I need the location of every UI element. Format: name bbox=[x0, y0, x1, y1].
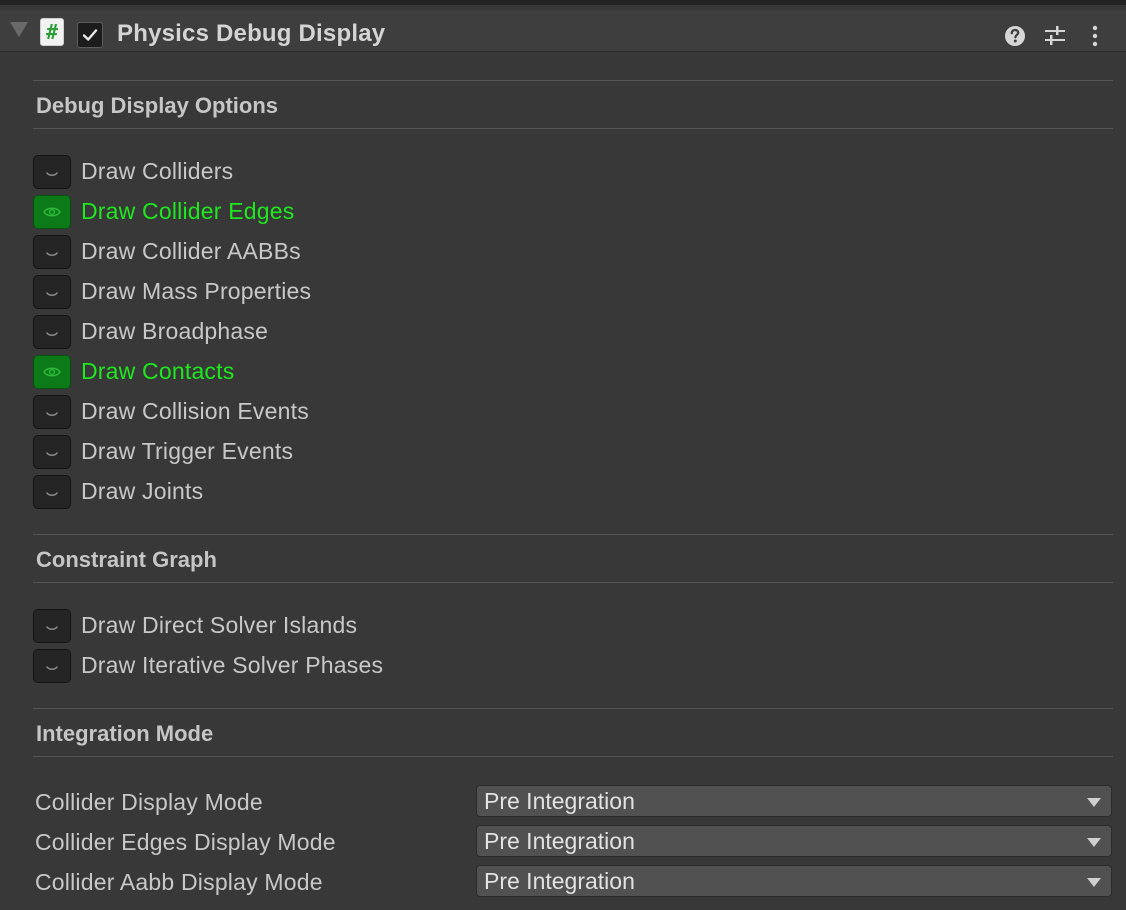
toggle-label: Draw Collider AABBs bbox=[81, 238, 301, 264]
visibility-toggle-button[interactable] bbox=[33, 475, 71, 509]
toggle-label: Draw Joints bbox=[81, 478, 204, 504]
display-mode-dropdown[interactable]: Pre Integration bbox=[476, 825, 1112, 857]
script-icon: # bbox=[40, 18, 64, 46]
dropdown-value: Pre Integration bbox=[484, 868, 635, 894]
visibility-toggle-button[interactable] bbox=[33, 195, 71, 229]
eye-closed-icon bbox=[46, 492, 58, 496]
component-enabled-checkbox[interactable] bbox=[77, 22, 103, 48]
dropdown-value: Pre Integration bbox=[484, 828, 635, 854]
section-divider bbox=[33, 708, 1113, 709]
section-title-constraint-graph: Constraint Graph bbox=[36, 547, 217, 572]
toggle-label: Draw Mass Properties bbox=[81, 278, 312, 304]
eye-open-icon bbox=[43, 207, 61, 217]
toggle-label: Draw Colliders bbox=[81, 158, 234, 184]
section-divider bbox=[33, 80, 1113, 81]
dropdown-value: Pre Integration bbox=[484, 788, 635, 814]
toggle-label: Draw Collider Edges bbox=[81, 198, 295, 224]
eye-closed-icon bbox=[46, 332, 58, 336]
eye-closed-icon bbox=[46, 292, 58, 296]
component-title: Physics Debug Display bbox=[117, 20, 386, 47]
chevron-down-icon bbox=[1087, 878, 1101, 887]
visibility-toggle-button[interactable] bbox=[33, 435, 71, 469]
eye-open-icon bbox=[43, 367, 61, 377]
display-mode-dropdown[interactable]: Pre Integration bbox=[476, 785, 1112, 817]
visibility-toggle-button[interactable] bbox=[33, 395, 71, 429]
visibility-toggle-button[interactable] bbox=[33, 649, 71, 683]
help-icon[interactable] bbox=[1002, 23, 1028, 49]
component-header[interactable]: # Physics Debug Display bbox=[0, 10, 1126, 52]
field-label: Collider Edges Display Mode bbox=[35, 829, 336, 855]
more-options-icon[interactable] bbox=[1082, 23, 1108, 49]
toggle-label: Draw Iterative Solver Phases bbox=[81, 652, 384, 678]
checkmark-icon bbox=[82, 29, 98, 41]
eye-closed-icon bbox=[46, 172, 58, 176]
eye-closed-icon bbox=[46, 452, 58, 456]
section-divider bbox=[33, 534, 1113, 535]
chevron-down-icon bbox=[1087, 798, 1101, 807]
display-mode-dropdown[interactable]: Pre Integration bbox=[476, 865, 1112, 897]
visibility-toggle-button[interactable] bbox=[33, 235, 71, 269]
eye-closed-icon bbox=[46, 626, 58, 630]
section-divider bbox=[33, 756, 1113, 757]
visibility-toggle-button[interactable] bbox=[33, 315, 71, 349]
section-divider bbox=[33, 128, 1113, 129]
eye-closed-icon bbox=[46, 412, 58, 416]
section-title-debug-display: Debug Display Options bbox=[36, 93, 279, 118]
field-row-collider-edges-display-mode: Collider Edges Display Mode Pre Integrati… bbox=[35, 825, 1115, 859]
visibility-toggle-button[interactable] bbox=[33, 275, 71, 309]
toggle-label: Draw Direct Solver Islands bbox=[81, 612, 358, 638]
field-label: Collider Aabb Display Mode bbox=[35, 869, 323, 895]
toggle-label: Draw Collision Events bbox=[81, 398, 309, 424]
section-divider bbox=[33, 582, 1113, 583]
foldout-triangle-icon[interactable] bbox=[10, 22, 28, 37]
toggle-label: Draw Broadphase bbox=[81, 318, 269, 344]
visibility-toggle-button[interactable] bbox=[33, 155, 71, 189]
toggle-label: Draw Trigger Events bbox=[81, 438, 294, 464]
visibility-toggle-button[interactable] bbox=[33, 609, 71, 643]
eye-closed-icon bbox=[46, 666, 58, 670]
eye-closed-icon bbox=[46, 252, 58, 256]
visibility-toggle-button[interactable] bbox=[33, 355, 71, 389]
inspector-panel: # Physics Debug Display Debug Display Op… bbox=[0, 0, 1126, 910]
field-label: Collider Display Mode bbox=[35, 789, 263, 815]
field-row-collider-aabb-display-mode: Collider Aabb Display Mode Pre Integratio… bbox=[35, 865, 1115, 899]
sliders-icon[interactable] bbox=[1042, 23, 1068, 49]
toggle-label: Draw Contacts bbox=[81, 358, 235, 384]
chevron-down-icon bbox=[1087, 838, 1101, 847]
field-row-collider-display-mode: Collider Display Mode Pre Integration bbox=[35, 785, 1115, 819]
section-title-integration-mode: Integration Mode bbox=[36, 721, 214, 746]
